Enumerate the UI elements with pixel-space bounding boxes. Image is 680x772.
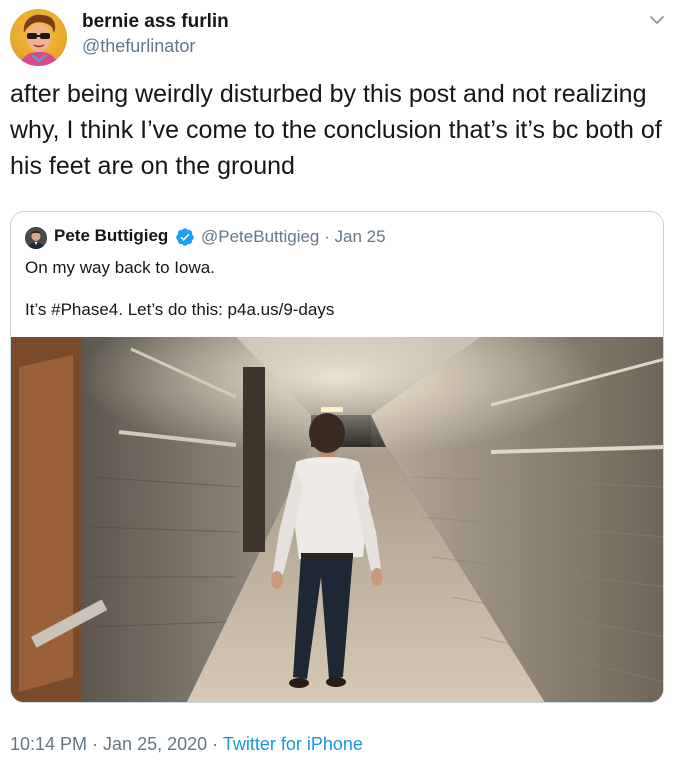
quoted-tweet-card[interactable]: Pete Buttigieg @PeteButtigieg · Jan 25 O… xyxy=(10,211,664,703)
hallway-photo[interactable] xyxy=(11,337,663,702)
footer-separator: · xyxy=(207,734,223,754)
tweet: bernie ass furlin @thefurlinator after b… xyxy=(0,0,680,772)
author-name[interactable]: bernie ass furlin xyxy=(82,11,229,33)
author-handle[interactable]: @thefurlinator xyxy=(82,36,195,57)
verified-badge-icon xyxy=(176,228,194,246)
timestamp[interactable]: 10:14 PM · Jan 25, 2020 xyxy=(10,734,207,754)
source-link[interactable]: Twitter for iPhone xyxy=(223,734,363,754)
quoted-author-avatar[interactable] xyxy=(25,227,47,249)
quoted-text-line1: On my way back to Iowa. xyxy=(25,258,215,277)
tweet-footer: 10:14 PM · Jan 25, 2020 · Twitter for iP… xyxy=(10,734,363,755)
quoted-text-line2: It’s #Phase4. Let’s do this: p4a.us/9-da… xyxy=(25,300,335,319)
tweet-text: after being weirdly disturbed by this po… xyxy=(10,80,662,180)
author-avatar[interactable] xyxy=(10,9,67,66)
chevron-down-icon[interactable] xyxy=(649,14,665,26)
quoted-author-name[interactable]: Pete Buttigieg xyxy=(54,226,168,246)
quoted-meta[interactable]: @PeteButtigieg · Jan 25 xyxy=(201,227,386,247)
